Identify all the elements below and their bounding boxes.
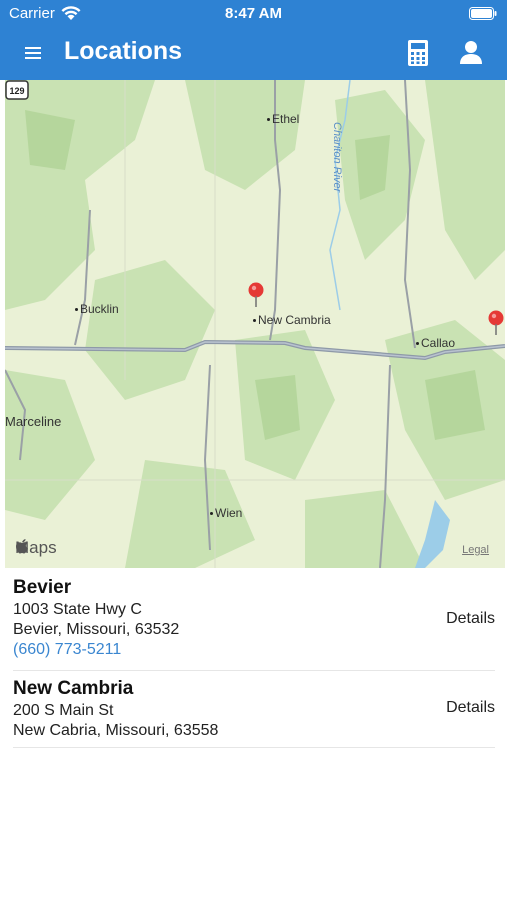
place-marceline: Marceline bbox=[5, 414, 62, 429]
map-terrain bbox=[5, 80, 505, 568]
location-item-new-cambria[interactable]: New Cambria 200 S Main St New Cabria, Mi… bbox=[13, 671, 495, 748]
place-callao: Callao bbox=[415, 336, 456, 350]
map-pin-new-cambria[interactable] bbox=[247, 282, 265, 308]
location-street: 200 S Main St bbox=[13, 702, 114, 719]
place-ethel: Ethel bbox=[266, 112, 300, 126]
legal-link[interactable]: Legal bbox=[462, 544, 489, 556]
details-button[interactable]: Details bbox=[446, 699, 495, 717]
location-item-bevier[interactable]: Bevier 1003 State Hwy C Bevier, Missouri… bbox=[13, 568, 495, 671]
menu-icon[interactable] bbox=[22, 43, 44, 63]
calculator-icon[interactable] bbox=[406, 39, 430, 67]
page-title: Locations bbox=[64, 37, 183, 65]
place-wien: Wien bbox=[209, 506, 243, 520]
route-shield-icon: 129 bbox=[5, 80, 29, 100]
location-name: Bevier bbox=[13, 577, 72, 598]
map-pin-bevier[interactable] bbox=[487, 310, 505, 336]
clock: 8:47 AM bbox=[225, 5, 282, 22]
user-icon[interactable] bbox=[458, 39, 484, 65]
route-shield-label: 129 bbox=[9, 86, 24, 96]
nav-bar: Locations bbox=[0, 28, 507, 80]
map-view[interactable]: 129 Ethel Bucklin New Cambria Callao Mar… bbox=[5, 80, 505, 568]
location-city-line: New Cabria, Missouri, 63558 bbox=[13, 722, 219, 739]
place-bucklin: Bucklin bbox=[75, 302, 119, 316]
location-street: 1003 State Hwy C bbox=[13, 601, 142, 618]
top-bar: Carrier 8:47 AM Locations bbox=[0, 0, 507, 80]
details-button[interactable]: Details bbox=[446, 610, 495, 628]
battery-icon bbox=[469, 7, 497, 20]
status-bar: Carrier 8:47 AM bbox=[0, 0, 507, 28]
place-new-cambria: New Cambria bbox=[253, 313, 331, 327]
location-name: New Cambria bbox=[13, 678, 134, 699]
locations-list: Bevier 1003 State Hwy C Bevier, Missouri… bbox=[0, 568, 507, 748]
apple-logo-icon bbox=[16, 539, 28, 554]
location-phone-link[interactable]: (660) 773-5211 bbox=[13, 641, 495, 659]
maps-attribution: Maps bbox=[15, 538, 57, 558]
river-label: Chariton River bbox=[331, 122, 343, 193]
location-city-line: Bevier, Missouri, 63532 bbox=[13, 621, 180, 638]
